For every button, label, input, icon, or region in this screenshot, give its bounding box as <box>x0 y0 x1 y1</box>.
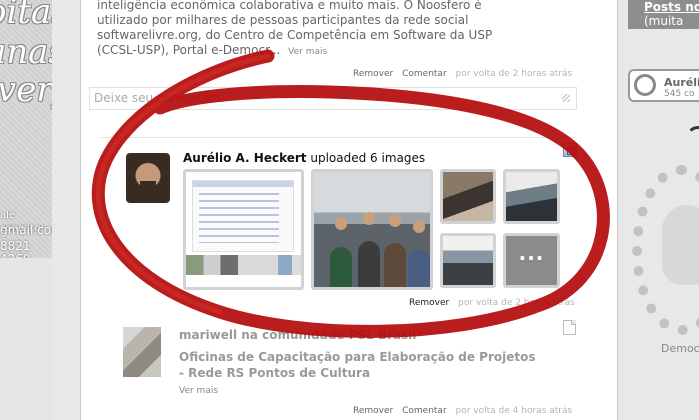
upload-item-time: por volta de 2 horas atrás <box>458 298 575 308</box>
posts-subtitle: (muita <box>644 14 684 28</box>
photo-head <box>413 220 425 233</box>
contact-email: gmail.com <box>0 223 52 237</box>
feed-divider <box>100 137 575 138</box>
image-gallery-icon <box>563 143 577 157</box>
author-name-link[interactable]: Aurélio A. Heckert <box>183 151 307 165</box>
community-item-more-link[interactable]: Ver mais <box>179 386 218 396</box>
photo-head <box>335 217 347 230</box>
profile-badge-name: Auréli <box>664 76 699 89</box>
document-icon <box>563 320 576 335</box>
photo-person <box>408 249 430 287</box>
comment-input-placeholder: Deixe seu comentário <box>94 91 226 105</box>
previous-item-actions: Remover Comentar por volta de 2 horas at… <box>347 69 572 79</box>
avatar-beard <box>140 181 156 195</box>
left-gutter <box>52 0 80 420</box>
image-thumbnail-4[interactable] <box>503 169 560 224</box>
banner-text-line-2: anas <box>0 32 52 72</box>
upload-item-actions: Remover por volta de 2 horas atrás <box>403 298 575 308</box>
posts-box[interactable]: Posts no (muita <box>628 0 699 29</box>
comment-input[interactable]: Deixe seu comentário <box>89 87 577 110</box>
community-avatar[interactable] <box>123 327 161 377</box>
community-item-title[interactable]: mariwell na comunidade PSL Brasil <box>179 328 417 342</box>
community-item-subtitle[interactable]: Oficinas de Capacitação para Elaboração … <box>179 349 539 381</box>
democracy-label: Democ <box>661 342 699 355</box>
community-item-actions: Remover Comentar por volta de 4 horas at… <box>347 406 572 416</box>
resize-grip-icon[interactable] <box>562 94 570 102</box>
previous-item-remove-link[interactable]: Remover <box>353 69 393 79</box>
democracy-logo[interactable] <box>632 165 699 335</box>
photo-person <box>330 247 352 287</box>
community-item-remove-link[interactable]: Remover <box>353 406 393 416</box>
right-sidebar: Posts no (muita Auréli 545 co Democ <box>618 0 699 420</box>
photo-head <box>389 214 401 227</box>
banner-text-line-1: oitas <box>0 0 52 32</box>
left-sidebar-banner: oitas anas ivery ale conosco: gmail.com … <box>0 0 52 258</box>
upload-item-remove-link[interactable]: Remover <box>409 298 449 308</box>
thumbnail-screenshot <box>192 180 294 252</box>
previous-item-more-link[interactable]: Ver mais <box>288 47 327 57</box>
previous-item-text: inteligência econômica colaborativa e mu… <box>97 0 497 60</box>
profile-logo-icon <box>634 74 656 96</box>
image-thumbnail-2[interactable] <box>311 169 433 290</box>
profile-badge-count: 545 co <box>664 89 695 99</box>
profile-badge[interactable]: Auréli 545 co <box>628 69 699 102</box>
photo-person <box>384 243 406 287</box>
banner-text-line-3: ivery <box>0 70 52 110</box>
image-thumbnail-3[interactable] <box>440 169 496 224</box>
image-thumbnail-5[interactable] <box>440 233 496 288</box>
upload-title: Aurélio A. Heckert uploaded 6 images <box>183 151 425 165</box>
upload-action-text: uploaded 6 images <box>310 151 426 165</box>
community-item-time: por volta de 4 horas atrás <box>455 406 573 416</box>
more-images-button[interactable]: ··· <box>503 233 560 288</box>
previous-item-time: por volta de 2 horas atrás <box>455 69 573 79</box>
swirl-icon <box>686 126 699 150</box>
community-item-comment-link[interactable]: Comentar <box>402 406 447 416</box>
author-avatar[interactable] <box>126 153 170 203</box>
previous-item-comment-link[interactable]: Comentar <box>402 69 447 79</box>
hand-icon <box>662 205 699 285</box>
posts-title[interactable]: Posts no <box>644 0 699 14</box>
thumbnail-strip <box>186 255 301 275</box>
contact-phone: 8821 4260 <box>0 239 31 259</box>
photo-person <box>358 241 380 287</box>
photo-head <box>363 212 375 225</box>
image-thumbnail-1[interactable] <box>183 169 304 290</box>
